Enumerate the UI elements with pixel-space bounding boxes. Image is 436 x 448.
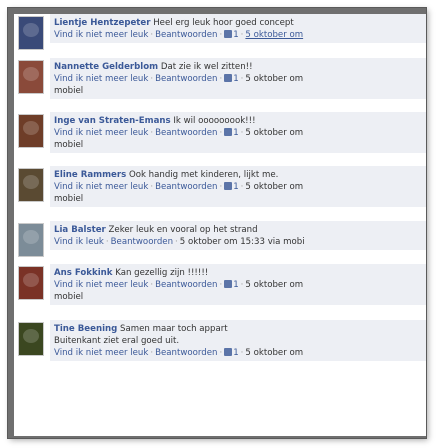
avatar[interactable] <box>18 168 44 202</box>
unlike-link[interactable]: Vind ik niet meer leuk <box>54 30 148 40</box>
comment-item: Lientje Hentzepeter Heel erg leuk hoor g… <box>14 14 426 52</box>
comment-text: Samen maar toch appart <box>120 324 228 334</box>
like-count[interactable]: 1 <box>233 182 238 192</box>
avatar[interactable] <box>18 266 44 300</box>
comment-date: 5 oktober om <box>245 280 304 290</box>
comment-text: Ook handig met kinderen, lijkt me. <box>128 170 279 180</box>
comment-date: 5 oktober om <box>245 74 304 84</box>
comment-author[interactable]: Eline Rammers <box>54 170 126 180</box>
reply-link[interactable]: Beantwoorden <box>155 280 217 290</box>
comment-body: Tine Beening Samen maar toch appart Buit… <box>50 320 426 361</box>
comment-date: 5 oktober om <box>245 348 304 358</box>
like-count[interactable]: 1 <box>233 128 238 138</box>
avatar[interactable] <box>18 114 44 148</box>
comment-text: Zeker leuk en vooral op het strand <box>108 225 258 235</box>
like-count[interactable]: 1 <box>233 30 238 40</box>
avatar[interactable] <box>18 322 44 356</box>
comment-body: Lientje Hentzepeter Heel erg leuk hoor g… <box>50 14 426 43</box>
comment-list: Lientje Hentzepeter Heel erg leuk hoor g… <box>14 14 426 436</box>
like-icon <box>224 348 233 356</box>
like-icon <box>224 128 233 136</box>
comment-item: Eline Rammers Ook handig met kinderen, l… <box>14 166 426 216</box>
reply-link[interactable]: Beantwoorden <box>155 182 217 192</box>
comment-date[interactable]: 5 oktober om <box>245 30 303 40</box>
like-count[interactable]: 1 <box>233 74 238 84</box>
like-count[interactable]: 1 <box>233 348 238 358</box>
reply-link[interactable]: Beantwoorden <box>155 348 217 358</box>
comment-item: Lia Balster Zeker leuk en vooral op het … <box>14 221 426 259</box>
comment-date: 5 oktober om 15:33 via mobi <box>179 237 305 247</box>
like-link[interactable]: Vind ik leuk <box>54 237 104 247</box>
reply-link[interactable]: Beantwoorden <box>155 74 217 84</box>
comment-source: mobiel <box>54 140 84 150</box>
reply-link[interactable]: Beantwoorden <box>155 128 217 138</box>
avatar[interactable] <box>18 60 44 94</box>
comment-source: mobiel <box>54 86 84 96</box>
reply-link[interactable]: Beantwoorden <box>155 30 217 40</box>
comment-author[interactable]: Inge van Straten-Emans <box>54 116 171 126</box>
avatar[interactable] <box>18 16 44 50</box>
comment-body: Lia Balster Zeker leuk en vooral op het … <box>50 221 426 250</box>
unlike-link[interactable]: Vind ik niet meer leuk <box>54 280 148 290</box>
avatar[interactable] <box>18 223 44 257</box>
comment-text: Kan gezellig zijn !!!!!! <box>115 268 209 278</box>
comment-author[interactable]: Lientje Hentzepeter <box>54 18 150 28</box>
comment-text: Ik wil ooooooook!!! <box>173 116 256 126</box>
comments-frame: Lientje Hentzepeter Heel erg leuk hoor g… <box>8 8 426 438</box>
comment-text-line2: Buitenkant ziet eral goed uit. <box>54 336 180 346</box>
comment-author[interactable]: Ans Fokkink <box>54 268 113 278</box>
comment-body: Ans Fokkink Kan gezellig zijn !!!!!! Vin… <box>50 264 426 305</box>
comment-item: Inge van Straten-Emans Ik wil ooooooook!… <box>14 112 426 162</box>
comment-source: mobiel <box>54 292 84 302</box>
comment-source: mobiel <box>54 194 84 204</box>
like-icon <box>224 30 233 38</box>
comment-author[interactable]: Lia Balster <box>54 225 106 235</box>
comment-author[interactable]: Nannette Gelderblom <box>54 62 158 72</box>
comment-author[interactable]: Tine Beening <box>54 324 117 334</box>
comment-date: 5 oktober om <box>245 182 304 192</box>
unlike-link[interactable]: Vind ik niet meer leuk <box>54 182 148 192</box>
like-icon <box>224 74 233 82</box>
comment-item: Ans Fokkink Kan gezellig zijn !!!!!! Vin… <box>14 264 426 314</box>
like-icon <box>224 182 233 190</box>
comment-date: 5 oktober om <box>245 128 304 138</box>
unlike-link[interactable]: Vind ik niet meer leuk <box>54 348 148 358</box>
like-icon <box>224 280 233 288</box>
comment-item: Tine Beening Samen maar toch appart Buit… <box>14 320 426 372</box>
comment-text: Heel erg leuk hoor goed concept <box>153 18 294 28</box>
comment-body: Nannette Gelderblom Dat zie ik wel zitte… <box>50 58 426 99</box>
like-count[interactable]: 1 <box>233 280 238 290</box>
unlike-link[interactable]: Vind ik niet meer leuk <box>54 128 148 138</box>
comment-text: Dat zie ik wel zitten!! <box>160 62 253 72</box>
comment-body: Inge van Straten-Emans Ik wil ooooooook!… <box>50 112 426 153</box>
comment-item: Nannette Gelderblom Dat zie ik wel zitte… <box>14 58 426 108</box>
comment-body: Eline Rammers Ook handig met kinderen, l… <box>50 166 426 207</box>
reply-link[interactable]: Beantwoorden <box>111 237 173 247</box>
unlike-link[interactable]: Vind ik niet meer leuk <box>54 74 148 84</box>
